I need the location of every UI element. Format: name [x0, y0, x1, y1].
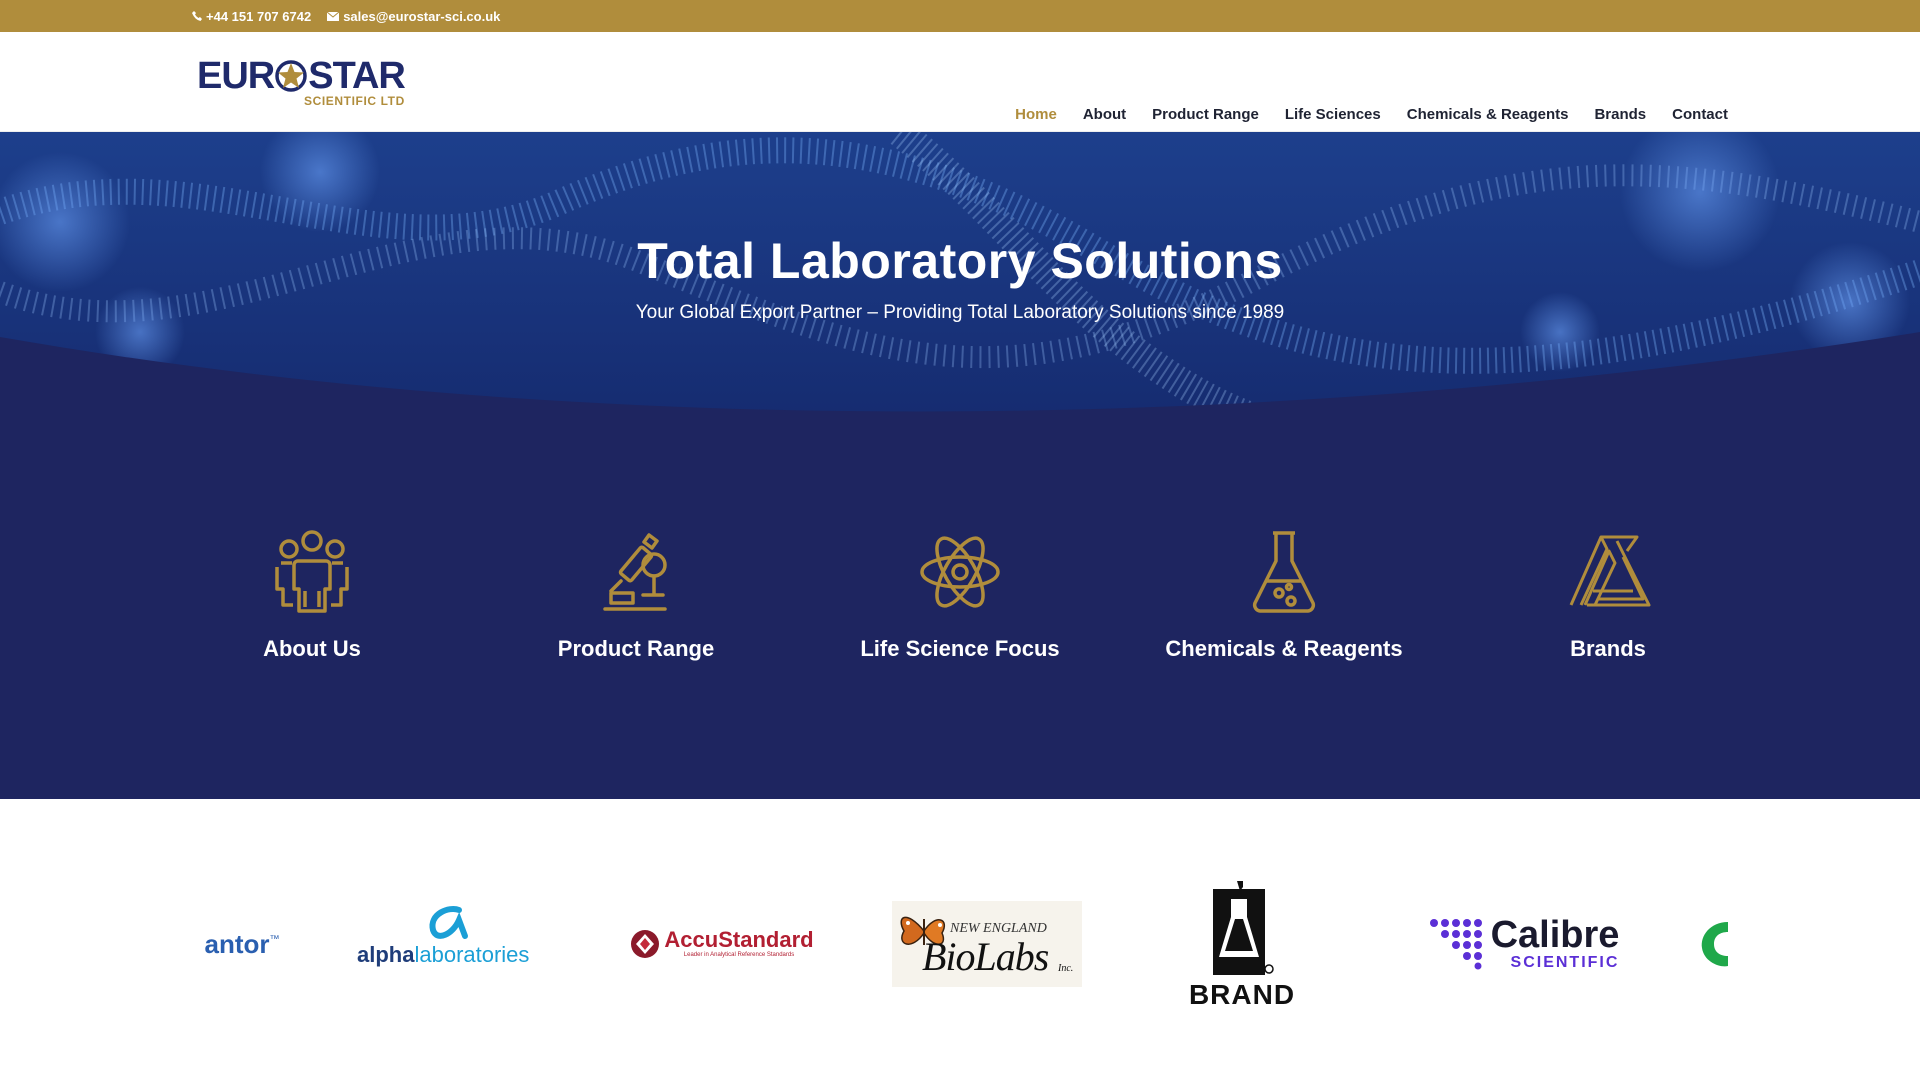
brand-flask-icon — [1213, 881, 1274, 975]
brand-logo-new-england-biolabs[interactable]: NEW ENGLAND BioLabs Inc. — [892, 869, 1082, 1019]
feature-links: About Us Product Range Life Science Focu… — [192, 527, 1728, 717]
phone-contact[interactable]: +44 151 707 6742 — [192, 9, 311, 24]
accustandard-diamond-icon — [631, 930, 660, 958]
nav-item-contact[interactable]: Contact — [1672, 106, 1728, 123]
brands-track: antor ™ alphalaboratories AccuStandard L… — [192, 869, 1728, 1019]
logo-wordmark: EUR STAR — [197, 55, 406, 97]
flask-icon — [1252, 531, 1316, 613]
brand-text-alpha: alpha — [357, 942, 415, 967]
brands-carousel: antor ™ alphalaboratories AccuStandard L… — [0, 799, 1920, 1080]
feature-label: Life Science Focus — [860, 636, 1060, 661]
nav-item-life-sciences[interactable]: Life Sciences — [1285, 106, 1381, 123]
atom-icon — [920, 536, 1000, 608]
feature-chemicals-reagents[interactable]: Chemicals & Reagents — [1164, 527, 1404, 663]
feature-label: About Us — [263, 636, 361, 661]
brand-text: antor — [204, 928, 270, 959]
brand-text-suffix: Inc. — [1058, 963, 1074, 974]
email-contact[interactable]: sales@eurostar-sci.co.uk — [327, 9, 500, 24]
star-icon — [275, 60, 307, 92]
brand-logo-alpha-laboratories[interactable]: alphalaboratories — [357, 869, 547, 1019]
brand-text-main: Calibre — [1490, 914, 1620, 956]
feature-brands[interactable]: Brands — [1488, 527, 1728, 663]
nav-item-product-range[interactable]: Product Range — [1152, 106, 1259, 123]
hero-subtitle: Your Global Export Partner – Providing T… — [635, 302, 1285, 323]
triangles-icon — [1569, 535, 1651, 607]
nav-item-chemicals-reagents[interactable]: Chemicals & Reagents — [1407, 106, 1569, 123]
envelope-icon — [327, 11, 340, 21]
brand-mark: ™ — [269, 933, 280, 945]
brand-text: BRAND — [1188, 979, 1296, 1010]
microscope-icon — [603, 533, 667, 611]
brand-text: AccuStandard — [664, 927, 814, 952]
nav-item-home[interactable]: Home — [1015, 106, 1057, 123]
feature-about-us[interactable]: About Us — [192, 527, 432, 663]
team-icon — [275, 530, 349, 613]
brand-logo-accustandard[interactable]: AccuStandard Leader in Analytical Refere… — [622, 869, 822, 1019]
logo-text-left: EUR — [197, 55, 275, 97]
feature-label: Chemicals & Reagents — [1165, 636, 1403, 661]
nav-item-about[interactable]: About — [1083, 106, 1126, 123]
logo-tagline: SCIENTIFIC LTD — [304, 94, 405, 108]
brand-logo-cantor[interactable]: antor ™ — [192, 869, 292, 1019]
brand-logo-brand[interactable]: BRAND — [1182, 869, 1302, 1019]
brand-text-sub: SCIENTIFIC — [1510, 954, 1620, 971]
feature-life-science-focus[interactable]: Life Science Focus — [840, 527, 1080, 663]
brand-logo-calibre-scientific[interactable]: Calibre SCIENTIFIC — [1424, 869, 1624, 1019]
brand-tagline: Leader in Analytical Reference Standards — [683, 952, 795, 958]
green-leaf-icon — [1701, 922, 1728, 967]
hero-section: Total Laboratory Solutions Your Global E… — [0, 132, 1920, 799]
brand-logo-partial-green[interactable] — [1700, 869, 1728, 1019]
phone-number[interactable]: +44 151 707 6742 — [206, 9, 311, 24]
brand-text-laboratories: laboratories — [414, 942, 530, 967]
hero-title: Total Laboratory Solutions — [637, 233, 1283, 289]
site-logo[interactable]: EUR STAR SCIENTIFIC LTD — [197, 56, 407, 108]
feature-label: Product Range — [557, 636, 715, 661]
alpha-logo-icon — [429, 906, 468, 939]
nav-item-brands[interactable]: Brands — [1594, 106, 1646, 123]
feature-label: Brands — [1570, 636, 1646, 661]
brand-text-main: BioLabs — [922, 934, 1049, 979]
logo-text-right: STAR — [308, 55, 406, 97]
phone-icon — [192, 11, 202, 21]
feature-product-range[interactable]: Product Range — [516, 527, 756, 663]
site-header: EUR STAR SCIENTIFIC LTD Home About Produ… — [0, 32, 1920, 132]
email-address[interactable]: sales@eurostar-sci.co.uk — [343, 9, 500, 24]
top-contact-bar: +44 151 707 6742 sales@eurostar-sci.co.u… — [0, 0, 1920, 32]
dot-matrix-icon — [1429, 919, 1482, 970]
